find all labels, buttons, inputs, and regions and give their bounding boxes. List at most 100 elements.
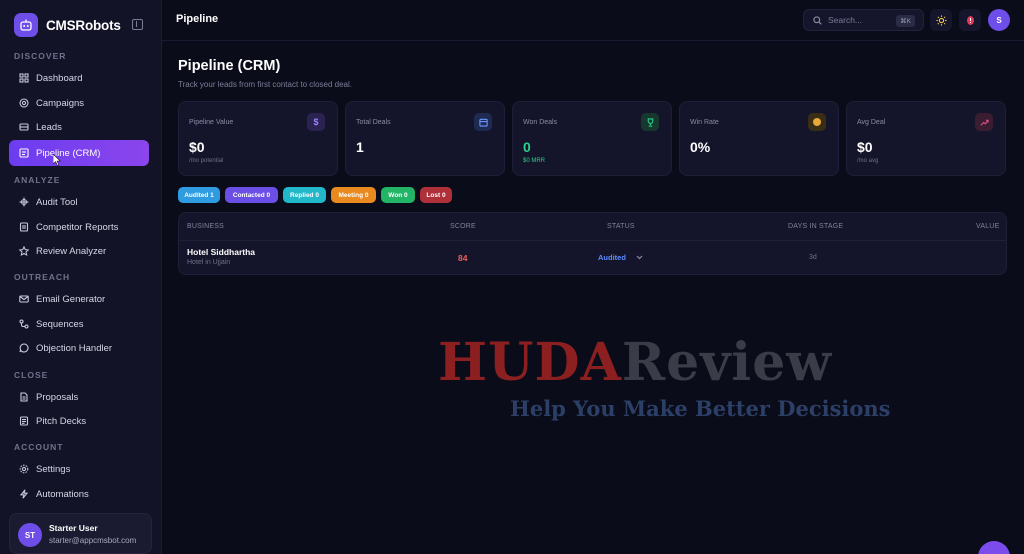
sidebar-item-label: Proposals [36,391,79,403]
watermark-tagline: Help You Make Better Decisions [510,396,891,421]
user-avatar-top[interactable]: S [988,9,1010,31]
stat-card-pipeline-value: Pipeline Value $0 /mo potential $ [178,101,338,176]
user-name: Starter User [49,523,98,533]
sidebar-item-label: Review Analyzer [36,245,107,257]
file-icon [18,392,29,403]
stat-card-avg-deal: Avg Deal $0 /mo avg [846,101,1006,176]
sidebar-item-label: Audit Tool [36,196,78,208]
sidebar-item-review-analyzer[interactable]: Review Analyzer [9,238,149,264]
user-card[interactable]: ST Starter User starter@appcmsbot.com [9,513,152,554]
sidebar-item-proposals[interactable]: Proposals [9,384,149,410]
user-email: starter@appcmsbot.com [49,536,137,545]
sidebar-item-email-generator[interactable]: Email Generator [9,286,149,312]
nodes-icon [18,319,29,330]
alert-icon [966,15,974,25]
stat-label: Avg Deal [857,119,886,126]
bolt-icon [18,489,29,500]
sidebar-item-label: Pitch Decks [36,415,87,427]
section-label-analyze: ANALYZE [14,175,61,185]
circle-icon [808,113,826,131]
status-value: Audited [598,253,626,262]
sidebar-item-leads[interactable]: Leads [9,114,149,140]
notifications-button[interactable] [959,9,981,31]
status-select[interactable]: Audited [598,253,643,262]
sidebar-item-pipeline[interactable]: Pipeline (CRM) [9,140,149,166]
calendar-icon [474,113,492,131]
stat-value: 1 [356,139,364,155]
column-header-score[interactable]: SCORE [450,223,476,230]
days-in-stage: 3d [809,254,817,261]
sidebar-item-label: Leads [36,121,62,133]
page-heading: Pipeline [176,13,219,25]
sidebar-item-sequences[interactable]: Sequences [9,311,149,337]
sidebar-item-settings[interactable]: Settings [9,456,149,482]
robot-logo-icon [14,13,38,37]
status-filter-lost[interactable]: Lost 0 [420,187,452,203]
column-header-business[interactable]: BUSINESS [187,223,224,230]
sidebar-item-automations[interactable]: Automations [9,481,149,507]
pipeline-table: BUSINESS SCORE STATUS DAYS IN STAGE VALU… [178,212,1007,275]
business-name[interactable]: Hotel Siddhartha [187,247,255,257]
section-label-discover: DISCOVER [14,51,67,61]
mail-icon [18,294,29,305]
collapse-sidebar-icon[interactable] [132,19,143,30]
sidebar-item-label: Dashboard [36,72,83,84]
mouse-cursor-icon [53,154,61,166]
status-filter-audited[interactable]: Audited 1 [178,187,220,203]
crosshair-icon [18,197,29,208]
sidebar-item-dashboard[interactable]: Dashboard [9,65,149,91]
status-filter-contacted[interactable]: Contacted 0 [225,187,278,203]
sidebar-item-label: Objection Handler [36,342,113,354]
search-placeholder: Search... [828,15,863,25]
doc-icon [18,222,29,233]
page-subtitle: Track your leads from first contact to c… [178,80,352,89]
layers-icon [18,122,29,133]
stat-card-win-rate: Win Rate 0% [679,101,839,176]
sidebar-item-campaigns[interactable]: Campaigns [9,90,149,116]
slides-icon [18,416,29,427]
sidebar-item-label: Email Generator [36,293,106,305]
watermark-logo: HUDAReview [438,332,833,393]
divider [179,240,1006,241]
section-label-account: ACCOUNT [14,442,64,452]
section-label-outreach: OUTREACH [14,272,71,282]
column-header-days-in-stage[interactable]: DAYS IN STAGE [788,223,843,230]
status-filter-meeting[interactable]: Meeting 0 [331,187,376,203]
stat-label: Pipeline Value [189,119,234,126]
sidebar-item-objection-handler[interactable]: Objection Handler [9,335,149,361]
sidebar-item-pitch-decks[interactable]: Pitch Decks [9,408,149,434]
brand-name: CMSRobots [46,17,121,33]
sidebar-item-label: Automations [36,488,89,500]
stat-sub: /mo avg [857,158,879,164]
stat-label: Won Deals [523,119,558,126]
chat-icon [18,343,29,354]
status-filter-won[interactable]: Won 0 [381,187,415,203]
search-shortcut: ⌘K [896,15,915,27]
chat-widget-button[interactable] [978,541,1010,554]
business-location: Hotel in Ujjain [187,259,231,266]
search-icon [813,15,822,25]
target-icon [18,98,29,109]
grid-icon [18,73,29,84]
stat-value: 0 [523,139,531,155]
sun-icon [935,14,947,26]
column-header-status[interactable]: STATUS [607,223,635,230]
sidebar-item-competitor-reports[interactable]: Competitor Reports [9,214,149,240]
stat-sub: $0 MRR [523,158,546,164]
stat-sub: /mo potential [189,158,224,164]
column-header-value[interactable]: VALUE [976,223,999,230]
theme-toggle-button[interactable] [930,9,952,31]
user-avatar: ST [18,523,42,547]
stat-value: 0% [690,139,711,155]
sidebar-item-label: Campaigns [36,97,85,109]
search-input[interactable]: Search... ⌘K [803,9,924,31]
section-label-close: CLOSE [14,370,49,380]
sidebar-item-audit-tool[interactable]: Audit Tool [9,189,149,215]
trophy-icon [641,113,659,131]
status-filter-replied[interactable]: Replied 0 [283,187,326,203]
stat-label: Total Deals [356,119,391,126]
trend-icon [975,113,993,131]
topbar: Pipeline Search... ⌘K S [162,0,1024,41]
brand[interactable]: CMSRobots [14,13,121,37]
stat-label: Win Rate [690,119,719,126]
